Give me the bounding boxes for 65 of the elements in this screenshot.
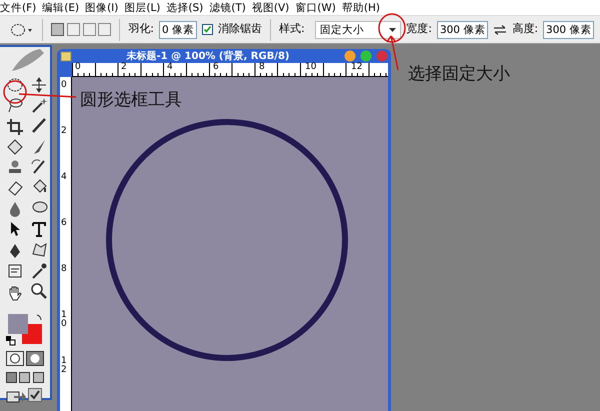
- quick-mask-icon[interactable]: [26, 351, 44, 366]
- leader-line: [386, 35, 399, 71]
- document-icon: [60, 50, 72, 62]
- ruler-number: 2: [61, 127, 68, 136]
- minimize-button[interactable]: [344, 50, 356, 62]
- menu-item[interactable]: 帮助(H): [342, 0, 386, 14]
- annotation-text: 圆形选框工具: [80, 89, 182, 112]
- menu-item[interactable]: 选择(S): [166, 0, 210, 14]
- standard-mode-icon[interactable]: [6, 351, 24, 366]
- notes-tool-icon[interactable]: [6, 262, 24, 280]
- ruler-number: 4: [167, 63, 173, 72]
- menu-item[interactable]: 文件(F): [0, 0, 42, 14]
- feather-field[interactable]: 0 像素: [158, 20, 197, 38]
- eyedropper-icon[interactable]: [30, 262, 48, 280]
- selection-mode-button[interactable]: [82, 23, 96, 36]
- default-colors-icon[interactable]: [6, 336, 16, 346]
- menu-item[interactable]: 编辑(E): [42, 0, 86, 14]
- ruler-number: 2: [121, 63, 127, 72]
- style-dropdown[interactable]: 固定大小: [315, 20, 402, 38]
- menu-item[interactable]: 滤镜(T): [209, 0, 252, 14]
- height-field[interactable]: 300 像素: [543, 20, 594, 38]
- menu-item[interactable]: 图层(L): [124, 0, 166, 14]
- menu-item[interactable]: 视图(V): [252, 0, 296, 14]
- ellipse-marquee-icon[interactable]: [10, 22, 34, 36]
- feather-label: 羽化:: [128, 21, 154, 38]
- magic-wand-icon[interactable]: [30, 96, 48, 114]
- selection-mode-button[interactable]: [51, 23, 64, 36]
- swap-icon[interactable]: [493, 24, 508, 34]
- selection-mode-button[interactable]: [66, 23, 80, 36]
- lasso-tool-icon[interactable]: [6, 96, 24, 114]
- annotation-text: 选择固定大小: [408, 63, 510, 86]
- style-label: 样式:: [279, 21, 305, 38]
- zoom-tool-icon[interactable]: [30, 282, 48, 300]
- move-tool-icon[interactable]: [30, 76, 48, 94]
- window-title: 未标题-1 @ 100% (背景, RGB/8): [125, 50, 290, 62]
- type-tool-icon[interactable]: [30, 220, 48, 238]
- caret-icon: [389, 28, 396, 32]
- annotation-circle: [378, 13, 406, 43]
- width-field[interactable]: 300 像素: [436, 20, 488, 38]
- marquee-tool-icon[interactable]: [6, 76, 24, 94]
- crop-tool-icon[interactable]: [6, 118, 24, 136]
- stamp-tool-icon[interactable]: [6, 158, 24, 176]
- leader-line: [18, 93, 76, 98]
- ruler-number: 8: [61, 265, 68, 274]
- height-label: 高度:: [512, 21, 538, 38]
- ruler-number: 12: [61, 357, 68, 375]
- ruler-number: 10: [61, 311, 68, 329]
- width-label: 宽度:: [406, 21, 432, 38]
- ruler-number: 10: [305, 63, 316, 72]
- swap-colors-icon[interactable]: [36, 314, 42, 320]
- ruler-number: 12: [351, 63, 362, 72]
- checkmark-icon[interactable]: [28, 388, 42, 402]
- antialias-label: 消除锯齿: [218, 21, 262, 38]
- checkbox[interactable]: [202, 24, 213, 35]
- selection-mode-button[interactable]: [98, 23, 112, 36]
- ruler-number: 0: [61, 81, 68, 90]
- ruler-number: 8: [259, 63, 265, 72]
- annotation-circle: [3, 80, 27, 104]
- ruler-number: 6: [213, 63, 219, 72]
- ruler-number: 4: [61, 173, 68, 182]
- ruler-number: 6: [61, 219, 68, 228]
- ruler-number: 0: [75, 63, 81, 72]
- menu-item[interactable]: 窗口(W): [295, 0, 342, 14]
- menu-item[interactable]: 图像(I): [85, 0, 124, 14]
- foreground-color-swatch[interactable]: [8, 314, 28, 334]
